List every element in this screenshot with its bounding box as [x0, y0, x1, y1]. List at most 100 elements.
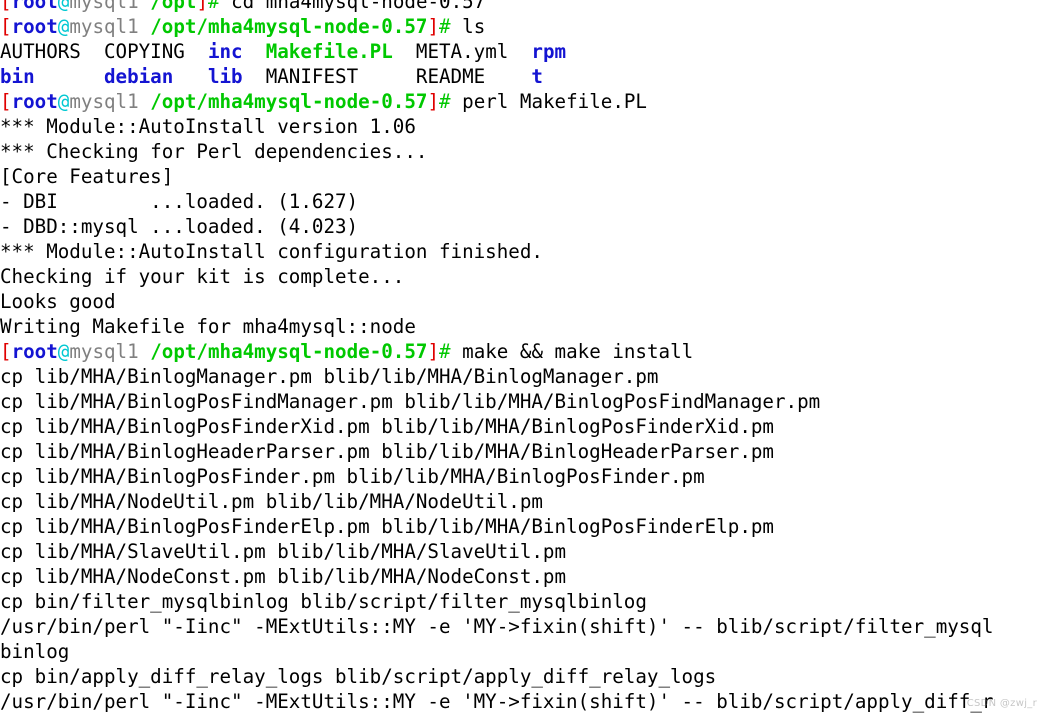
ls-entry: inc	[207, 40, 266, 63]
terminal-window[interactable]: [root@mysql1 /opt]# cd mha4mysql-node-0.…	[0, 0, 1043, 725]
terminal-output-line: cp lib/MHA/NodeUtil.pm blib/lib/MHA/Node…	[0, 489, 1043, 514]
prompt-sigil: #	[439, 15, 451, 38]
prompt-open-bracket: [	[0, 90, 12, 113]
prompt-host: mysql1	[69, 0, 139, 13]
terminal-command: perl Makefile.PL	[450, 90, 647, 113]
terminal-output-text: - DBD::mysql ...loaded. (4.023)	[0, 215, 359, 238]
terminal-output-text: cp lib/MHA/NodeUtil.pm blib/lib/MHA/Node…	[0, 490, 543, 513]
prompt-host: mysql1	[69, 15, 139, 38]
ls-entry: lib	[207, 65, 266, 88]
terminal-output-line: Checking if your kit is complete...	[0, 264, 1043, 289]
prompt-host: mysql1	[69, 90, 139, 113]
terminal-output-text: cp lib/MHA/BinlogHeaderParser.pm blib/li…	[0, 440, 774, 463]
terminal-output-text: Checking if your kit is complete...	[0, 265, 405, 288]
prompt-cwd: /opt/mha4mysql-node-0.57	[150, 90, 428, 113]
terminal-output-text: - DBI ...loaded. (1.627)	[0, 190, 359, 213]
prompt-sigil: #	[439, 90, 451, 113]
prompt-close-bracket: ]	[196, 0, 208, 13]
terminal-prompt-line[interactable]: [root@mysql1 /opt/mha4mysql-node-0.57]# …	[0, 89, 1043, 114]
terminal-command: make && make install	[450, 340, 694, 363]
terminal-output-line: Writing Makefile for mha4mysql::node	[0, 314, 1043, 339]
terminal-output-line: cp bin/filter_mysqlbinlog blib/script/fi…	[0, 589, 1043, 614]
terminal-output-text: /usr/bin/perl "-Iinc" -MExtUtils::MY -e …	[0, 690, 994, 713]
prompt-sigil: #	[439, 340, 451, 363]
terminal-prompt-line[interactable]: [root@mysql1 /opt/mha4mysql-node-0.57]# …	[0, 14, 1043, 39]
prompt-sigil: #	[208, 0, 220, 13]
terminal-output-text: cp lib/MHA/NodeConst.pm blib/lib/MHA/Nod…	[0, 565, 567, 588]
terminal-output-line: cp lib/MHA/NodeConst.pm blib/lib/MHA/Nod…	[0, 564, 1043, 589]
prompt-open-bracket: [	[0, 340, 12, 363]
terminal-output-line: *** Module::AutoInstall configuration fi…	[0, 239, 1043, 264]
ls-entry: AUTHORS	[0, 40, 104, 63]
terminal-output-line: cp lib/MHA/BinlogPosFinderXid.pm blib/li…	[0, 414, 1043, 439]
terminal-prompt-line[interactable]: [root@mysql1 /opt]# cd mha4mysql-node-0.…	[0, 0, 1043, 14]
terminal-output-line: /usr/bin/perl "-Iinc" -MExtUtils::MY -e …	[0, 614, 1043, 639]
prompt-close-bracket: ]	[427, 340, 440, 363]
terminal-output-line: [Core Features]	[0, 164, 1043, 189]
terminal-output-line: *** Checking for Perl dependencies...	[0, 139, 1043, 164]
terminal-output-text: cp lib/MHA/SlaveUtil.pm blib/lib/MHA/Sla…	[0, 540, 567, 563]
terminal-output-text: /usr/bin/perl "-Iinc" -MExtUtils::MY -e …	[0, 615, 994, 638]
terminal-output-text: *** Module::AutoInstall version 1.06	[0, 115, 416, 138]
ls-entry: rpm	[531, 40, 567, 63]
terminal-output-text: *** Checking for Perl dependencies...	[0, 140, 428, 163]
prompt-cwd: /opt	[150, 0, 197, 13]
terminal-output-text: Writing Makefile for mha4mysql::node	[0, 315, 416, 338]
prompt-cwd: /opt/mha4mysql-node-0.57	[150, 15, 428, 38]
ls-entry: t	[531, 65, 543, 88]
ls-entry: debian	[103, 65, 208, 88]
ls-entry: META.yml	[415, 40, 532, 63]
terminal-output-text: Looks good	[0, 290, 116, 313]
ls-entry: bin	[0, 65, 104, 88]
terminal-output-line: binlog	[0, 639, 1043, 664]
prompt-close-bracket: ]	[427, 90, 440, 113]
terminal-output-text: cp bin/filter_mysqlbinlog blib/script/fi…	[0, 590, 647, 613]
terminal-ls-line: AUTHORS COPYING inc Makefile.PL META.yml…	[0, 39, 1043, 64]
terminal-output-line: *** Module::AutoInstall version 1.06	[0, 114, 1043, 139]
prompt-user: root	[11, 0, 58, 13]
terminal-output-text: *** Module::AutoInstall configuration fi…	[0, 240, 543, 263]
terminal-command: cd mha4mysql-node-0.57	[219, 0, 486, 13]
prompt-host: mysql1	[69, 340, 139, 363]
terminal-prompt-line[interactable]: [root@mysql1 /opt/mha4mysql-node-0.57]# …	[0, 339, 1043, 364]
prompt-at: @	[57, 0, 70, 13]
terminal-ls-line: bin debian lib MANIFEST README t	[0, 64, 1043, 89]
terminal-output-line: cp lib/MHA/BinlogHeaderParser.pm blib/li…	[0, 439, 1043, 464]
terminal-output-text: cp lib/MHA/BinlogPosFindManager.pm blib/…	[0, 390, 821, 413]
terminal-output-text: cp lib/MHA/BinlogPosFinderElp.pm blib/li…	[0, 515, 774, 538]
terminal-output-text: cp lib/MHA/BinlogPosFinderXid.pm blib/li…	[0, 415, 774, 438]
ls-entry: Makefile.PL	[265, 40, 416, 63]
terminal-output-text: cp lib/MHA/BinlogManager.pm blib/lib/MHA…	[0, 365, 659, 388]
terminal-output-line: cp lib/MHA/BinlogManager.pm blib/lib/MHA…	[0, 364, 1043, 389]
prompt-close-bracket: ]	[427, 15, 440, 38]
terminal-output-line: cp bin/apply_diff_relay_logs blib/script…	[0, 664, 1043, 689]
prompt-user: root	[11, 340, 58, 363]
terminal-command: ls	[450, 15, 486, 38]
terminal-output-line: cp lib/MHA/BinlogPosFinderElp.pm blib/li…	[0, 514, 1043, 539]
prompt-user: root	[11, 90, 58, 113]
prompt-user: root	[11, 15, 58, 38]
prompt-cwd: /opt/mha4mysql-node-0.57	[150, 340, 428, 363]
terminal-output-line: - DBD::mysql ...loaded. (4.023)	[0, 214, 1043, 239]
terminal-output-text: cp bin/apply_diff_relay_logs blib/script…	[0, 665, 717, 688]
ls-entry: MANIFEST	[265, 65, 416, 88]
terminal-output-text: [Core Features]	[0, 165, 174, 188]
prompt-at: @	[57, 15, 70, 38]
terminal-output-line: Looks good	[0, 289, 1043, 314]
terminal-screen[interactable]: [root@mysql1 /opt]# cd mha4mysql-node-0.…	[0, 0, 1043, 714]
prompt-open-bracket: [	[0, 15, 12, 38]
terminal-output-line: cp lib/MHA/BinlogPosFinder.pm blib/lib/M…	[0, 464, 1043, 489]
prompt-at: @	[57, 340, 70, 363]
terminal-output-text: binlog	[0, 640, 70, 663]
terminal-output-line: cp lib/MHA/BinlogPosFindManager.pm blib/…	[0, 389, 1043, 414]
terminal-output-line: /usr/bin/perl "-Iinc" -MExtUtils::MY -e …	[0, 689, 1043, 714]
ls-entry: COPYING	[103, 40, 208, 63]
prompt-open-bracket: [	[0, 0, 12, 13]
terminal-output-line: cp lib/MHA/SlaveUtil.pm blib/lib/MHA/Sla…	[0, 539, 1043, 564]
ls-entry: README	[415, 65, 532, 88]
terminal-output-line: - DBI ...loaded. (1.627)	[0, 189, 1043, 214]
